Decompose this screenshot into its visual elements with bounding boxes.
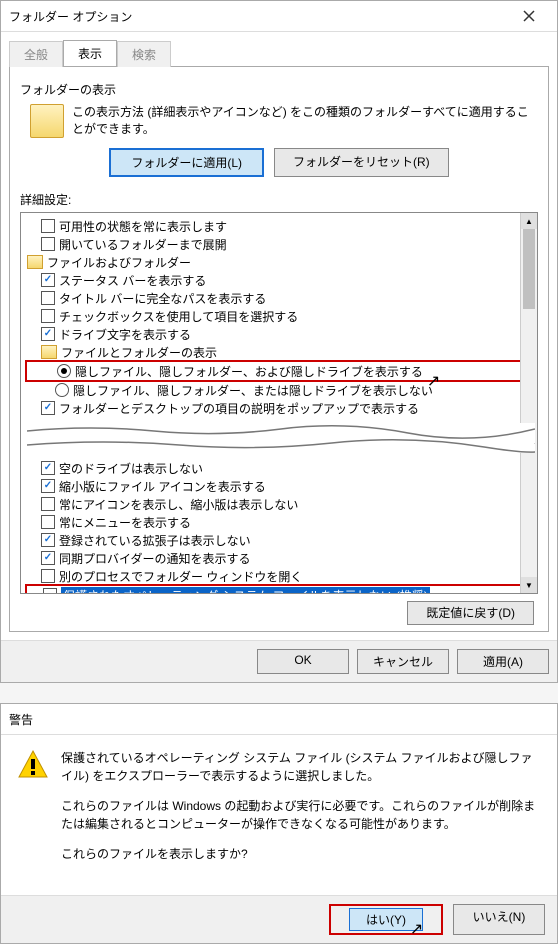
tab-panel: フォルダーの表示 この表示方法 (詳細表示やアイコンなど) をこの種類のフォルダ… [9,66,549,632]
tree-item-hide-protected[interactable]: 保護されたオペレーティング システム ファイルを表示しない (推奨) [29,586,521,594]
checkbox-icon [41,273,55,287]
checkbox-icon [41,533,55,547]
checkbox-icon [41,309,55,323]
warning-text: 保護されているオペレーティング システム ファイル (システム ファイルおよび隠… [61,749,541,875]
folder-options-dialog: フォルダー オプション 全般 表示 検索 フォルダーの表示 この表示方法 (詳細… [0,0,558,683]
apply-to-folders-button[interactable]: フォルダーに適用(L) [109,148,264,177]
close-button[interactable] [509,6,549,26]
titlebar: フォルダー オプション [1,1,557,32]
dialog-button-bar: OK キャンセル 適用(A) [1,640,557,682]
restore-defaults-button[interactable]: 既定値に戻す(D) [407,601,534,625]
dialog-title: フォルダー オプション [9,8,509,25]
tree-item[interactable]: 登録されている拡張子は表示しない [27,531,535,549]
warning-button-bar: はい(Y) いいえ(N) [1,895,557,943]
titlebar: 警告 [1,704,557,735]
checkbox-icon [41,551,55,565]
tree-group[interactable]: ファイルおよびフォルダー [27,253,535,271]
tree-item[interactable]: 隠しファイル、隠しフォルダー、または隠しドライブを表示しない [27,381,535,399]
apply-button[interactable]: 適用(A) [457,649,549,674]
tree-item[interactable]: 縮小版にファイル アイコンを表示する [27,477,535,495]
tree-item[interactable]: ドライブ文字を表示する [27,325,535,343]
advanced-tree[interactable]: ▲ ▼ 可用性の状態を常に表示します 開いているフォルダーまで展開 ファイルおよ… [20,212,538,594]
warning-dialog: 警告 保護されているオペレーティング システム ファイル (システム ファイルお… [0,703,558,944]
tab-search[interactable]: 検索 [117,41,171,67]
folder-icon [27,255,43,269]
checkbox-icon [41,515,55,529]
group-description: この表示方法 (詳細表示やアイコンなど) をこの種類のフォルダーすべてに適用する… [72,104,538,138]
tab-view[interactable]: 表示 [63,40,117,66]
tree-item[interactable]: 空のドライブは表示しない [27,459,535,477]
tree-group[interactable]: ファイルとフォルダーの表示 [27,343,535,361]
tree-item[interactable]: 常にメニューを表示する [27,513,535,531]
vertical-scrollbar[interactable]: ▲ ▼ [520,213,537,593]
folder-icon [41,345,57,359]
warning-icon [17,749,49,781]
checkbox-icon [41,479,55,493]
tree-item[interactable]: 可用性の状態を常に表示します [27,217,535,235]
tab-general[interactable]: 全般 [9,41,63,67]
tree-item[interactable]: 開いているフォルダーまで展開 [27,235,535,253]
scroll-down-button[interactable]: ▼ [521,577,537,593]
tree-item[interactable]: 常にアイコンを表示し、縮小版は表示しない [27,495,535,513]
yes-button[interactable]: はい(Y) [329,904,443,935]
checkbox-icon [41,497,55,511]
tree-item-show-hidden[interactable]: 隠しファイル、隠しフォルダー、および隠しドライブを表示する [29,362,521,380]
cancel-button[interactable]: キャンセル [357,649,449,674]
tree-item[interactable]: チェックボックスを使用して項目を選択する [27,307,535,325]
checkbox-icon [41,237,55,251]
checkbox-icon [41,569,55,583]
scroll-up-button[interactable]: ▲ [521,213,537,229]
tree-item[interactable]: 別のプロセスでフォルダー ウィンドウを開く [27,567,535,585]
torn-edge [27,423,535,453]
tree-item[interactable]: タイトル バーに完全なパスを表示する [27,289,535,307]
radio-icon [55,383,69,397]
checkbox-icon [41,219,55,233]
reset-folders-button[interactable]: フォルダーをリセット(R) [274,148,449,177]
group-label: フォルダーの表示 [20,81,538,98]
no-button[interactable]: いいえ(N) [453,904,545,935]
checkbox-icon [41,401,55,415]
radio-icon [57,364,71,378]
tab-strip: 全般 表示 検索 [1,32,557,66]
advanced-label: 詳細設定: [20,191,538,208]
checkbox-icon [41,461,55,475]
scroll-thumb[interactable] [523,229,535,309]
tree-item[interactable]: フォルダーとデスクトップの項目の説明をポップアップで表示する [27,399,535,417]
checkbox-icon [43,588,57,594]
tree-item[interactable]: ステータス バーを表示する [27,271,535,289]
dialog-title: 警告 [9,711,549,728]
folder-icon [30,104,64,138]
checkbox-icon [41,291,55,305]
ok-button[interactable]: OK [257,649,349,674]
checkbox-icon [41,327,55,341]
tree-item[interactable]: 同期プロバイダーの通知を表示する [27,549,535,567]
